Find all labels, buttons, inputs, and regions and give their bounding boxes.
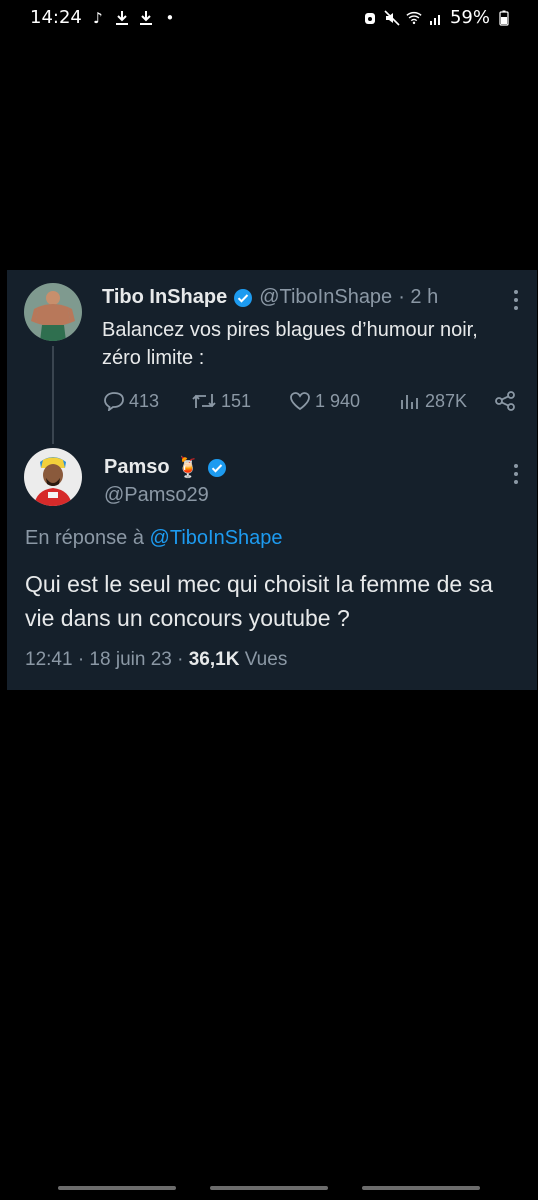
tweet-views-label: Vues bbox=[244, 649, 288, 670]
author-name[interactable]: Tibo InShape bbox=[102, 286, 227, 309]
tweet-text: Balancez vos pires blagues d’humour noir… bbox=[102, 319, 478, 369]
share-button[interactable] bbox=[493, 390, 517, 412]
reply-icon bbox=[104, 392, 124, 411]
nav-back-button[interactable] bbox=[362, 1186, 480, 1190]
status-time: 14:24 bbox=[30, 7, 82, 28]
avatar[interactable] bbox=[24, 448, 82, 506]
more-options-icon[interactable] bbox=[513, 290, 519, 310]
alarm-icon bbox=[362, 9, 378, 27]
tweet-timestamp[interactable]: 12:41 · 18 juin 23 · bbox=[25, 649, 183, 670]
author-handle[interactable]: @TiboInShape bbox=[259, 286, 392, 309]
thread-line bbox=[52, 346, 54, 444]
reply-tweet-text: Qui est le seul mec qui choisit la femme… bbox=[25, 571, 493, 631]
share-icon bbox=[495, 391, 515, 411]
tweet-meta: 12:41 · 18 juin 23 · 36,1K Vues bbox=[25, 649, 287, 671]
reply-count: 413 bbox=[129, 390, 160, 411]
views-icon bbox=[401, 395, 418, 409]
battery-percent: 59% bbox=[449, 7, 490, 28]
download-icon bbox=[138, 9, 154, 27]
reply-button[interactable]: 413 bbox=[103, 391, 191, 412]
status-right: 59% bbox=[362, 7, 512, 28]
tweet-header: Tibo InShape @TiboInShape · 2 h bbox=[102, 286, 438, 309]
retweet-button[interactable]: 151 bbox=[191, 391, 289, 412]
tweet-actions: 413 151 1 940 287K bbox=[103, 390, 517, 412]
retweet-count: 151 bbox=[221, 390, 252, 411]
download-icon bbox=[114, 9, 130, 27]
signal-icon bbox=[428, 9, 444, 27]
wifi-icon bbox=[406, 9, 422, 27]
like-button[interactable]: 1 940 bbox=[289, 391, 399, 412]
tweet-views-count: 36,1K bbox=[188, 649, 240, 670]
status-bar: 14:24 ♪ • 59% bbox=[0, 0, 538, 36]
reply-author-name[interactable]: Pamso bbox=[104, 456, 170, 479]
views-button[interactable]: 287K bbox=[399, 391, 493, 412]
reply-prefix: En réponse à bbox=[25, 527, 144, 549]
views-count: 287K bbox=[425, 390, 468, 411]
retweet-icon bbox=[192, 394, 216, 408]
reply-author-row: Pamso 🍹 bbox=[104, 455, 227, 480]
navigation-bar bbox=[0, 1182, 538, 1192]
verified-badge-icon bbox=[207, 458, 226, 477]
reply-author-handle[interactable]: @Pamso29 bbox=[104, 484, 209, 507]
tweet-card: Tibo InShape @TiboInShape · 2 h Balancez… bbox=[7, 270, 537, 690]
avatar[interactable] bbox=[24, 283, 82, 341]
cocktail-emoji-icon: 🍹 bbox=[175, 457, 201, 479]
tiktok-icon: ♪ bbox=[93, 8, 103, 27]
heart-icon bbox=[290, 392, 310, 411]
dot-icon: • bbox=[165, 8, 175, 27]
reply-context: En réponse à @TiboInShape bbox=[25, 527, 283, 550]
nav-home-button[interactable] bbox=[210, 1186, 328, 1190]
status-left: 14:24 ♪ • bbox=[30, 7, 178, 28]
nav-recent-button[interactable] bbox=[58, 1186, 176, 1190]
more-options-icon[interactable] bbox=[513, 464, 519, 484]
verified-badge-icon bbox=[234, 288, 253, 307]
reply-to-link[interactable]: @TiboInShape bbox=[150, 527, 283, 549]
like-count: 1 940 bbox=[315, 390, 361, 411]
tweet-time: · 2 h bbox=[398, 286, 439, 308]
mute-icon bbox=[384, 9, 400, 27]
battery-charging-icon bbox=[496, 9, 512, 27]
